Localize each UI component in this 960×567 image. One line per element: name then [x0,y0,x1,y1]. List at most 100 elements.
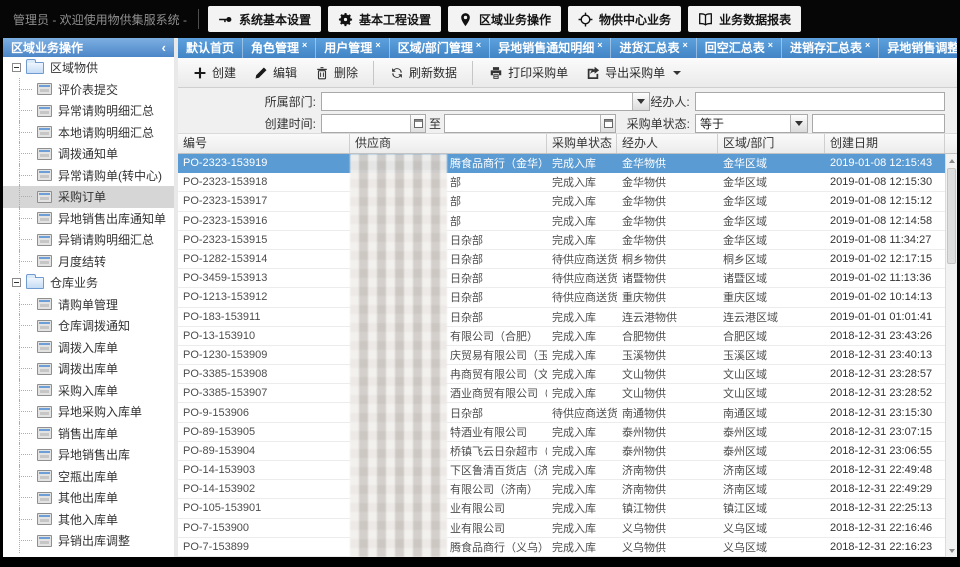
date-from-box[interactable] [321,114,426,133]
table-row[interactable]: PO-14-153903 下区鲁清百货店（济南） 完成入库 济南物供 济南区域 … [178,461,945,480]
tab[interactable]: 用户管理 × [316,38,389,58]
tab-close-icon[interactable]: × [597,40,602,51]
tab-close-icon[interactable]: × [768,40,773,51]
tree-item[interactable]: 空瓶出库单 [3,466,174,488]
tree-item[interactable]: 采购订单 [3,186,174,208]
status-operator-combo[interactable]: 等于 [695,114,808,133]
table-row[interactable]: PO-89-153905 特酒业有限公司 完成入库 泰州物供 泰州区域 2018… [178,423,945,442]
scroll-down-icon[interactable] [946,544,957,557]
table-row[interactable]: PO-3459-153913 日杂部 待供应商送货 诸暨物供 诸暨区域 2019… [178,269,945,288]
table-row[interactable]: PO-1213-153912 日杂部 待供应商送货 重庆物供 重庆区域 2019… [178,288,945,307]
table-row[interactable]: PO-1230-153909 庆贸易有限公司（玉溪） 完成入库 玉溪物供 玉溪区… [178,346,945,365]
table-row[interactable]: PO-183-153911 日杂部 完成入库 连云港物供 连云港区域 2019-… [178,308,945,327]
table-row[interactable]: PO-2323-153915 日杂部 完成入库 金华物供 金华区域 2019-0… [178,231,945,250]
tree-item[interactable]: 本地请购明细汇总 [3,122,174,144]
toolbar-button[interactable]: 打印采购单 [480,61,577,85]
column-header-supplier[interactable]: 供应商 [350,134,547,153]
tab-close-icon[interactable]: × [476,40,481,51]
scrollbar-thumb[interactable] [947,168,956,264]
tree-collapse-icon[interactable] [12,63,21,72]
tab[interactable]: 回空汇总表 × [697,38,782,58]
top-nav-button[interactable]: 系统基本设置 [208,6,321,32]
tree-item[interactable]: 异常请购明细汇总 [3,100,174,122]
tree-collapse-icon[interactable] [12,278,21,287]
tab[interactable]: 进销存汇总表 × [782,38,879,58]
table-row[interactable]: PO-89-153904 桥镇飞云日杂超市（泰州） 完成入库 泰州物供 泰州区域… [178,442,945,461]
tab-close-icon[interactable]: × [375,40,380,51]
table-row[interactable]: PO-9-153906 日杂部 待供应商送货 南通物供 南通区域 2018-12… [178,403,945,422]
status-value-box[interactable] [812,114,945,133]
scroll-up-icon[interactable] [946,154,957,167]
table-row[interactable]: PO-3385-153907 酒业商贸有限公司（文山） 完成入库 文山物供 文山… [178,384,945,403]
table-row[interactable]: PO-2323-153919 腾食品商行（金华） 完成入库 金华物供 金华区域 … [178,154,945,173]
tree-item[interactable]: 区域物供 [3,57,174,79]
tree-item[interactable]: 异地销售出库通知单 [3,208,174,230]
tree-item[interactable]: 异销出库调整 [3,530,174,552]
dept-combo[interactable] [321,92,650,111]
chevron-down-icon[interactable] [632,93,649,110]
top-nav-button[interactable]: 基本工程设置 [328,6,441,32]
table-row[interactable]: PO-14-153902 有限公司（济南） 完成入库 济南物供 济南区域 201… [178,480,945,499]
tree-item[interactable]: 其他入库单 [3,509,174,531]
tree-item[interactable]: 异销请购明细汇总 [3,229,174,251]
agent-input-box[interactable] [695,92,945,111]
tree-item[interactable]: 销售出库单 [3,423,174,445]
status-value-input[interactable] [813,116,944,131]
toolbar-button[interactable]: 删除 [306,61,374,85]
table-row[interactable]: PO-2323-153917 部 完成入库 金华物供 金华区域 2019-01-… [178,192,945,211]
calendar-button[interactable] [410,115,425,132]
toolbar-button[interactable]: 刷新数据 [381,61,473,85]
column-header-region[interactable]: 区域/部门 [718,134,825,153]
tree-item[interactable]: 仓库调拨通知 [3,315,174,337]
tree-connector [18,487,34,509]
sidebar-collapse-icon[interactable]: ‹ [162,40,166,55]
date-from-input[interactable] [322,116,410,131]
agent-input[interactable] [696,94,944,109]
toolbar-button[interactable]: 创建 [184,61,245,85]
tree-item[interactable]: 月度结转 [3,251,174,273]
tab[interactable]: 区域/部门管理 × [390,38,491,58]
table-row[interactable]: PO-105-153901 业有限公司 完成入库 镇江物供 镇江区域 2018-… [178,499,945,518]
tab-close-icon[interactable]: × [302,40,307,51]
column-header-agent[interactable]: 经办人 [617,134,718,153]
tree-item[interactable]: 请购单管理 [3,294,174,316]
toolbar-button[interactable]: 编辑 [245,61,306,85]
tree-item[interactable]: 异地销售出库 [3,444,174,466]
tree-item[interactable]: 仓库业务 [3,272,174,294]
vertical-scrollbar[interactable] [945,154,957,557]
tab[interactable]: 角色管理 × [243,38,316,58]
top-nav-button[interactable]: 区域业务操作 [448,6,561,32]
tab[interactable]: 进货汇总表 × [611,38,696,58]
toolbar-button[interactable]: 导出采购单 [577,61,690,85]
table-row[interactable]: PO-3385-153908 冉商贸有限公司（文山） 完成入库 文山物供 文山区… [178,365,945,384]
tab[interactable]: 异地销售通知明细 × [490,38,611,58]
tab-close-icon[interactable]: × [682,40,687,51]
calendar-button[interactable] [600,115,615,132]
tree-item[interactable]: 调拨通知单 [3,143,174,165]
table-row[interactable]: PO-2323-153916 部 完成入库 金华物供 金华区域 2019-01-… [178,212,945,231]
column-header-status[interactable]: 采购单状态 [547,134,617,153]
table-row[interactable]: PO-13-153910 有限公司（合肥） 完成入库 合肥物供 合肥区域 201… [178,327,945,346]
top-nav-button[interactable]: 物供中心业务 [568,6,681,32]
tree-item[interactable]: 评价表提交 [3,79,174,101]
tree-item[interactable]: 其他出库单 [3,487,174,509]
tab[interactable]: 默认首页 × [178,38,243,58]
tree-item[interactable]: 异常请购单(转中心) [3,165,174,187]
tab[interactable]: 异地销售调整明细 × [879,38,957,58]
table-row[interactable]: PO-7-153899 腾食品商行（义乌） 完成入库 义乌物供 义乌区域 201… [178,538,945,557]
tree-item[interactable]: 异地采购入库单 [3,401,174,423]
tab-close-icon[interactable]: × [865,40,870,51]
table-row[interactable]: PO-7-153900 业有限公司 完成入库 义乌物供 义乌区域 2018-12… [178,519,945,538]
tree-item[interactable]: 调拨入库单 [3,337,174,359]
table-row[interactable]: PO-1282-153914 日杂部 待供应商送货 桐乡物供 桐乡区域 2019… [178,250,945,269]
date-to-input[interactable] [445,116,600,131]
top-nav-button[interactable]: 业务数据报表 [688,6,801,32]
tree-item[interactable]: 调拨出库单 [3,358,174,380]
tree-item[interactable]: 采购入库单 [3,380,174,402]
dept-combo-input[interactable] [322,94,632,109]
date-to-box[interactable] [444,114,616,133]
column-header-created[interactable]: 创建日期 [825,134,945,153]
chevron-down-icon[interactable] [790,115,807,132]
column-header-po[interactable]: 编号 [178,134,350,153]
table-row[interactable]: PO-2323-153918 部 完成入库 金华物供 金华区域 2019-01-… [178,173,945,192]
